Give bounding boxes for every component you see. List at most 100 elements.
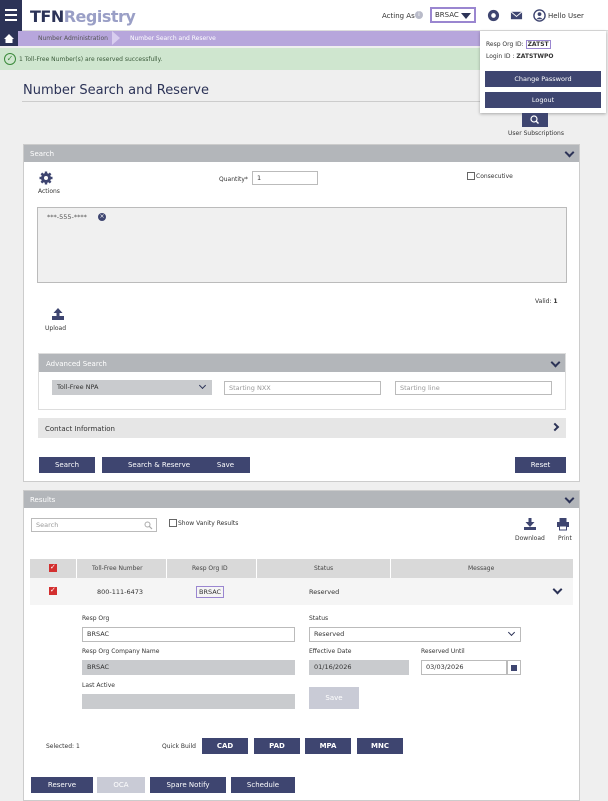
mail-icon[interactable] [510, 9, 523, 22]
home-crumb[interactable] [0, 31, 18, 46]
column-header-resp-org-id[interactable]: Resp Org ID [192, 565, 228, 572]
reserve-button[interactable]: Reserve [31, 777, 93, 793]
detail-save-button[interactable]: Save [309, 687, 359, 709]
chevron-down-icon[interactable] [564, 493, 575, 504]
chevron-right-icon[interactable] [550, 422, 560, 432]
starting-nxx-input[interactable]: Starting NXX [224, 381, 381, 395]
chevron-down-icon[interactable] [564, 147, 575, 158]
detail-last-active-label: Last Active [82, 682, 115, 689]
save-search-button[interactable]: Save [201, 457, 250, 473]
upload-label[interactable]: Upload [45, 325, 66, 332]
results-search-input[interactable]: Search [31, 518, 157, 532]
advanced-search-panel: Advanced Search Toll-Free NPA Starting N… [38, 353, 566, 410]
column-divider [166, 559, 167, 578]
row-status: Reserved [309, 588, 340, 596]
starting-line-input[interactable]: Starting line [395, 381, 552, 395]
quick-build-mpa-button[interactable]: MPA [305, 738, 351, 754]
show-vanity-checkbox[interactable] [169, 519, 177, 527]
change-password-button[interactable]: Change Password [485, 71, 601, 87]
search-reserve-button[interactable]: Search & Reserve [102, 457, 216, 473]
row-checkbox[interactable] [49, 586, 57, 595]
download-icon[interactable] [523, 517, 537, 531]
print-icon[interactable] [556, 517, 570, 531]
column-header-toll-free-number[interactable]: Toll-Free Number [92, 565, 143, 572]
column-divider [390, 559, 391, 578]
breadcrumb-separator [112, 31, 120, 45]
quick-build-mnc-button[interactable]: MNC [357, 738, 403, 754]
resp-org-row: Resp Org ID: ZATST [486, 40, 551, 49]
quick-build-pad-button[interactable]: PAD [254, 738, 300, 754]
row-expand-chevron-icon[interactable] [552, 584, 563, 595]
home-icon [4, 34, 14, 43]
quantity-input[interactable]: 1 [252, 171, 318, 185]
resp-org-value: ZATST [525, 40, 551, 49]
number-pattern-input[interactable]: ***-555-**** × [37, 207, 567, 283]
quick-build-cad-button[interactable]: CAD [202, 738, 248, 754]
column-divider [76, 559, 77, 578]
upload-icon[interactable] [51, 307, 65, 321]
actions-label: Actions [38, 188, 60, 195]
breadcrumb-item-number-administration[interactable]: Number Administration [38, 35, 108, 42]
remove-token-icon[interactable]: × [98, 213, 106, 221]
detail-company-label: Resp Org Company Name [82, 648, 160, 655]
column-header-status[interactable]: Status [314, 565, 333, 572]
top-bar: TFNRegistry Acting As i BRSAC Hello User [0, 0, 608, 31]
schedule-button[interactable]: Schedule [231, 777, 295, 793]
hamburger-menu-icon[interactable] [0, 0, 22, 31]
help-circle-icon[interactable] [487, 9, 500, 22]
gear-icon[interactable] [39, 171, 53, 185]
user-subscriptions-label[interactable]: User Subscriptions [508, 130, 564, 137]
breadcrumb: Number Administration Number Search and … [0, 31, 484, 46]
print-label[interactable]: Print [558, 535, 572, 542]
download-label[interactable]: Download [515, 535, 545, 542]
search-panel-header[interactable]: Search [24, 145, 579, 162]
acting-as-label: Acting As [382, 12, 415, 20]
app-logo: TFNRegistry [30, 7, 136, 26]
detail-effective-input: 01/16/2026 [309, 660, 409, 675]
table-row[interactable]: 800-111-6473 BRSAC Reserved [30, 578, 573, 605]
results-panel-header[interactable]: Results [24, 491, 579, 508]
detail-effective-label: Effective Date [309, 648, 352, 655]
acting-as-select[interactable]: BRSAC [430, 7, 476, 23]
search-icon [144, 521, 153, 530]
detail-status-value: Reserved [314, 630, 345, 638]
advanced-search-header[interactable]: Advanced Search [39, 354, 565, 372]
chevron-down-icon[interactable] [550, 357, 561, 368]
oca-button[interactable]: OCA [97, 777, 145, 793]
valid-value: 1 [553, 298, 558, 305]
reset-button[interactable]: Reset [515, 457, 566, 473]
search-panel: Search Actions Quantity* 1 Consecutive *… [23, 144, 580, 482]
select-all-checkbox[interactable] [49, 563, 57, 572]
success-alert: ✓ 1 Toll-Free Number(s) are reserved suc… [0, 48, 484, 70]
contact-information-title: Contact Information [45, 425, 115, 433]
advanced-search-title: Advanced Search [46, 360, 107, 368]
detail-status-select[interactable]: Reserved [309, 627, 521, 642]
login-label: Login ID : [486, 53, 515, 60]
hello-user-label[interactable]: Hello User [548, 12, 584, 20]
npa-select[interactable]: Toll-Free NPA [52, 380, 212, 395]
detail-resp-org-input[interactable]: BRSAC [82, 627, 295, 642]
results-table-header: Toll-Free Number Resp Org ID Status Mess… [30, 559, 573, 578]
login-value: ZATSTWPO [516, 53, 554, 60]
logout-button[interactable]: Logout [485, 92, 601, 108]
spare-notify-button[interactable]: Spare Notify [150, 777, 226, 793]
user-subscriptions-button[interactable] [522, 113, 548, 127]
calendar-glyph-icon [511, 665, 517, 671]
detail-last-active-input [82, 694, 295, 709]
column-header-message[interactable]: Message [468, 565, 494, 572]
npa-select-value: Toll-Free NPA [57, 383, 99, 391]
row-toll-free-number: 800-111-6473 [97, 588, 144, 596]
detail-reserved-until-input[interactable]: 03/03/2026 [421, 660, 507, 675]
user-avatar-icon[interactable] [533, 9, 546, 22]
pattern-token: ***-555-**** [47, 213, 87, 221]
chevron-down-icon [507, 628, 516, 637]
consecutive-label: Consecutive [476, 173, 513, 180]
contact-information-header[interactable]: Contact Information [38, 418, 566, 438]
search-button[interactable]: Search [39, 457, 95, 473]
info-icon[interactable]: i [415, 11, 423, 19]
detail-resp-org-label: Resp Org [82, 615, 110, 622]
quick-build-label: Quick Build [162, 743, 196, 750]
check-circle-icon: ✓ [4, 53, 16, 65]
calendar-icon[interactable] [507, 660, 521, 675]
consecutive-checkbox[interactable] [467, 172, 475, 180]
